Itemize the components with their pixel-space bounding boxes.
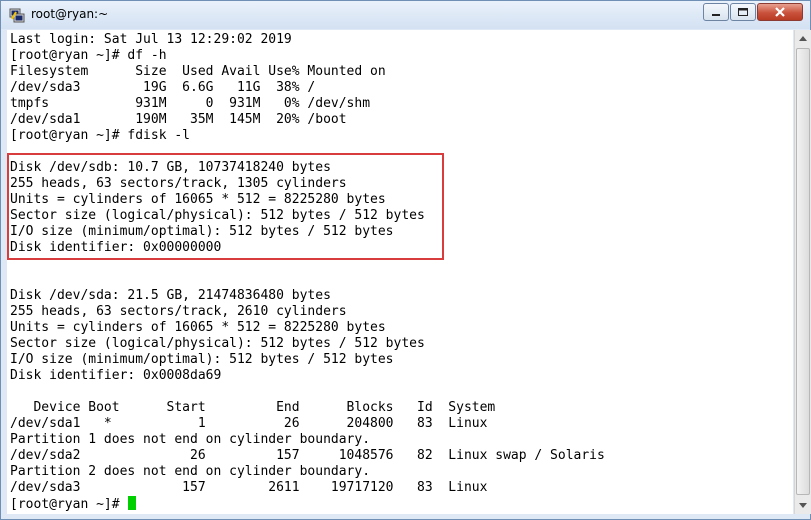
close-button[interactable] [757,3,803,21]
terminal-line: /dev/sda3 19G 6.6G 11G 38% / [10,80,316,95]
scroll-up-button[interactable] [795,30,811,47]
terminal-line: Sector size (logical/physical): 512 byte… [10,336,425,351]
terminal-line: Disk /dev/sda: 21.5 GB, 21474836480 byte… [10,288,331,303]
terminal-line: /dev/sda1 * 1 26 204800 83 Linux [10,416,488,431]
chevron-down-icon [799,503,807,508]
scroll-thumb[interactable] [796,48,810,495]
window-title: root@ryan:~ [31,7,109,21]
terminal-window: root@ryan:~ Last login: Sat Jul 13 12:29… [0,0,811,520]
vertical-scrollbar[interactable] [794,30,811,514]
terminal-area[interactable]: Last login: Sat Jul 13 12:29:02 2019 [roo… [7,30,793,514]
terminal-line: Partition 1 does not end on cylinder bou… [10,432,371,447]
scroll-down-button[interactable] [795,497,811,514]
terminal-line: Partition 2 does not end on cylinder bou… [10,464,371,479]
terminal-line: Filesystem Size Used Avail Use% Mounted … [10,64,386,79]
minimize-icon [712,14,720,16]
minimize-button[interactable] [703,3,729,21]
terminal-line: Device Boot Start End Blocks Id System [10,400,496,415]
terminal-cursor [128,496,137,510]
terminal-line: Disk identifier: 0x0008da69 [10,368,222,383]
terminal-line: [root@ryan ~]# df -h [10,48,167,63]
terminal-line: [root@ryan ~]# fdisk -l [10,128,191,143]
terminal-line: 255 heads, 63 sectors/track, 2610 cylind… [10,304,347,319]
terminal-line: Last login: Sat Jul 13 12:29:02 2019 [10,32,292,47]
terminal-line: tmpfs 931M 0 931M 0% /dev/shm [10,96,371,111]
terminal-prompt: [root@ryan ~]# [10,497,128,512]
sdb-highlight-box [7,153,444,260]
maximize-button[interactable] [730,3,756,21]
terminal-line: /dev/sda2 26 157 1048576 82 Linux swap /… [10,448,605,463]
terminal-prompt-line[interactable]: [root@ryan ~]# [10,496,605,512]
close-icon [775,7,785,17]
terminal-line: Units = cylinders of 16065 * 512 = 82252… [10,320,386,335]
terminal-line: /dev/sda1 190M 35M 145M 20% /boot [10,112,347,127]
terminal-line: /dev/sda3 157 2611 19717120 83 Linux [10,480,488,495]
maximize-icon [738,8,748,16]
terminal-output: Last login: Sat Jul 13 12:29:02 2019 [roo… [10,32,605,512]
chevron-up-icon [799,36,807,41]
terminal-line: I/O size (minimum/optimal): 512 bytes / … [10,352,394,367]
title-bar[interactable]: root@ryan:~ [1,1,810,29]
putty-icon[interactable] [9,7,25,23]
